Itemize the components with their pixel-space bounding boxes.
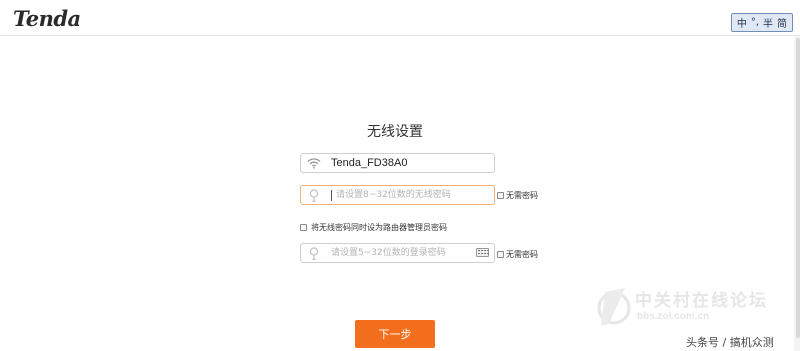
tenda-logo: Tenda [13,6,81,31]
ime-width[interactable]: 半 [763,15,773,30]
wifi-password-field[interactable] [300,185,495,205]
image-credit: 头条号 / 搞机众测 [686,336,774,349]
ssid-value: Tenda_FD38A0 [331,157,408,169]
checkbox-box[interactable] [300,224,307,231]
top-bar: Tenda 中 °, 半 简 [0,0,800,36]
scrollbar-thumb[interactable] [796,38,800,338]
keyboard-icon[interactable] [476,248,489,257]
zol-watermark-logo [597,288,631,326]
lock-icon [301,186,327,204]
login-password-input[interactable] [327,245,467,261]
checkbox-label: 无需密码 [506,250,538,259]
wifi-password-input[interactable] [332,187,472,203]
lock-icon [301,244,327,262]
sync-option-label: 将无线密码同时设为路由器管理员密码 [311,223,447,232]
ime-toolbar[interactable]: 中 °, 半 简 [730,13,793,32]
checkbox-box[interactable] [497,251,504,258]
login-password-field[interactable] [300,243,495,263]
page-title: 无线设置 [367,124,423,140]
checkbox-label: 无需密码 [506,191,538,200]
ime-punctuation[interactable]: °, [751,17,759,28]
wifi-icon [301,154,327,172]
watermark: 中关村在线论坛 bbs.zol.com.cn [595,282,795,330]
ime-script[interactable]: 简 [777,15,787,30]
checkbox-box[interactable] [497,192,504,199]
next-step-button[interactable]: 下一步 [355,320,435,348]
login-no-password-checkbox[interactable]: 无需密码 [497,249,538,260]
watermark-url: bbs.zol.com.cn [637,311,710,322]
ssid-field[interactable]: Tenda_FD38A0 [300,153,495,173]
wifi-no-password-checkbox[interactable]: 无需密码 [497,190,538,201]
watermark-brand: 中关村在线论坛 [635,291,768,311]
ime-language[interactable]: 中 [737,15,747,30]
sync-admin-password-checkbox[interactable]: 将无线密码同时设为路由器管理员密码 [300,222,447,233]
